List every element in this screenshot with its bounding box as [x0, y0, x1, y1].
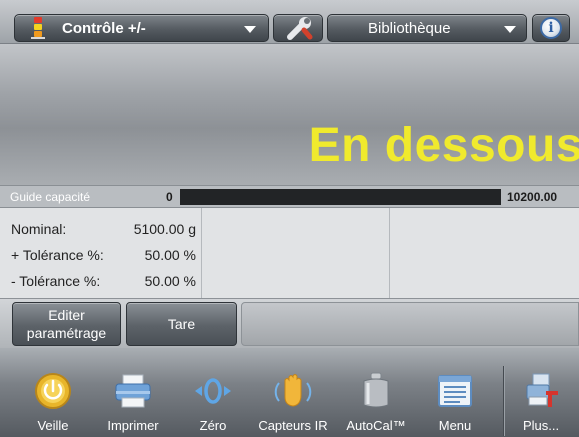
wrench-icon — [287, 17, 313, 40]
nav-autocal-label: AutoCal™ — [346, 418, 406, 433]
main-display: En dessous — [0, 44, 579, 185]
application-label: Contrôle +/- — [62, 20, 146, 37]
nav-zero-label: Zéro — [199, 418, 227, 433]
nominal-value: 5100.00 g — [133, 221, 196, 237]
minus-tolerance-row: - Tolérance %: 50.00 % — [0, 269, 201, 293]
plus-tolerance-label: + Tolérance %: — [11, 247, 104, 263]
plus-tolerance-row: + Tolérance %: 50.00 % — [0, 243, 201, 267]
nav-zero[interactable]: Zéro — [186, 368, 240, 436]
info-icon: i — [540, 17, 562, 39]
reference-column-3 — [390, 208, 579, 298]
capacity-min: 0 — [166, 190, 173, 204]
soft-key-strip: Editer paramétrage Tare — [0, 298, 579, 348]
traffic-light-icon — [31, 17, 45, 39]
balance-screen: Contrôle +/- Bibliothèque i En dessous G… — [0, 0, 579, 437]
minus-tolerance-label: - Tolérance %: — [11, 273, 101, 289]
tare-label: Tare — [167, 316, 196, 332]
chevron-down-icon — [504, 26, 516, 33]
nav-divider — [503, 366, 505, 436]
nav-autocal[interactable]: AutoCal™ — [343, 368, 409, 436]
empty-soft-key — [241, 302, 579, 346]
nav-print[interactable]: Imprimer — [97, 368, 169, 436]
nominal-row: Nominal: 5100.00 g — [0, 217, 201, 241]
minus-tolerance-value: 50.00 % — [144, 273, 196, 289]
check-result-text: En dessous — [308, 119, 579, 172]
calibration-weight-icon — [363, 372, 389, 408]
standby-icon — [35, 373, 71, 409]
plus-tolerance-value: 50.00 % — [144, 247, 196, 263]
capacity-label: Guide capacité — [10, 190, 91, 204]
nav-standby[interactable]: Veille — [24, 368, 82, 436]
application-dropdown[interactable]: Contrôle +/- — [14, 14, 269, 42]
chevron-down-icon — [244, 26, 256, 33]
nav-menu-label: Menu — [438, 418, 472, 433]
edit-settings-label-line1: Editer — [48, 307, 85, 323]
tare-button[interactable]: Tare — [126, 302, 237, 346]
ir-sensor-icon — [274, 374, 312, 407]
nav-ir-sensors-label: Capteurs IR — [258, 418, 328, 433]
reference-panel: Nominal: 5100.00 g + Tolérance %: 50.00 … — [0, 208, 579, 298]
capacity-guide: Guide capacité 0 10200.00 — [0, 185, 579, 208]
bottom-navigation: Veille Imprimer Zéro Capteurs IR AutoCal… — [0, 348, 579, 437]
nav-print-label: Imprimer — [107, 418, 159, 433]
nav-standby-label: Veille — [37, 418, 69, 433]
zero-icon — [195, 378, 231, 404]
nav-ir-sensors[interactable]: Capteurs IR — [250, 368, 336, 436]
info-button[interactable]: i — [532, 14, 570, 42]
nav-more[interactable]: Plus... — [512, 368, 570, 436]
library-dropdown[interactable]: Bibliothèque — [327, 14, 527, 42]
library-label: Bibliothèque — [368, 20, 451, 37]
capacity-bar — [180, 189, 501, 205]
printer-icon — [115, 374, 151, 408]
top-bar: Contrôle +/- Bibliothèque i — [0, 0, 579, 44]
menu-icon — [438, 375, 472, 407]
reference-column-2 — [202, 208, 390, 298]
capacity-max: 10200.00 — [507, 190, 558, 204]
edit-settings-button[interactable]: Editer paramétrage — [12, 302, 121, 346]
nav-more-label: Plus... — [522, 418, 560, 433]
nav-menu[interactable]: Menu — [424, 368, 486, 436]
nominal-label: Nominal: — [11, 221, 67, 237]
edit-settings-label-line2: paramétrage — [26, 325, 107, 341]
more-icon — [526, 373, 558, 407]
tools-button[interactable] — [273, 14, 323, 42]
